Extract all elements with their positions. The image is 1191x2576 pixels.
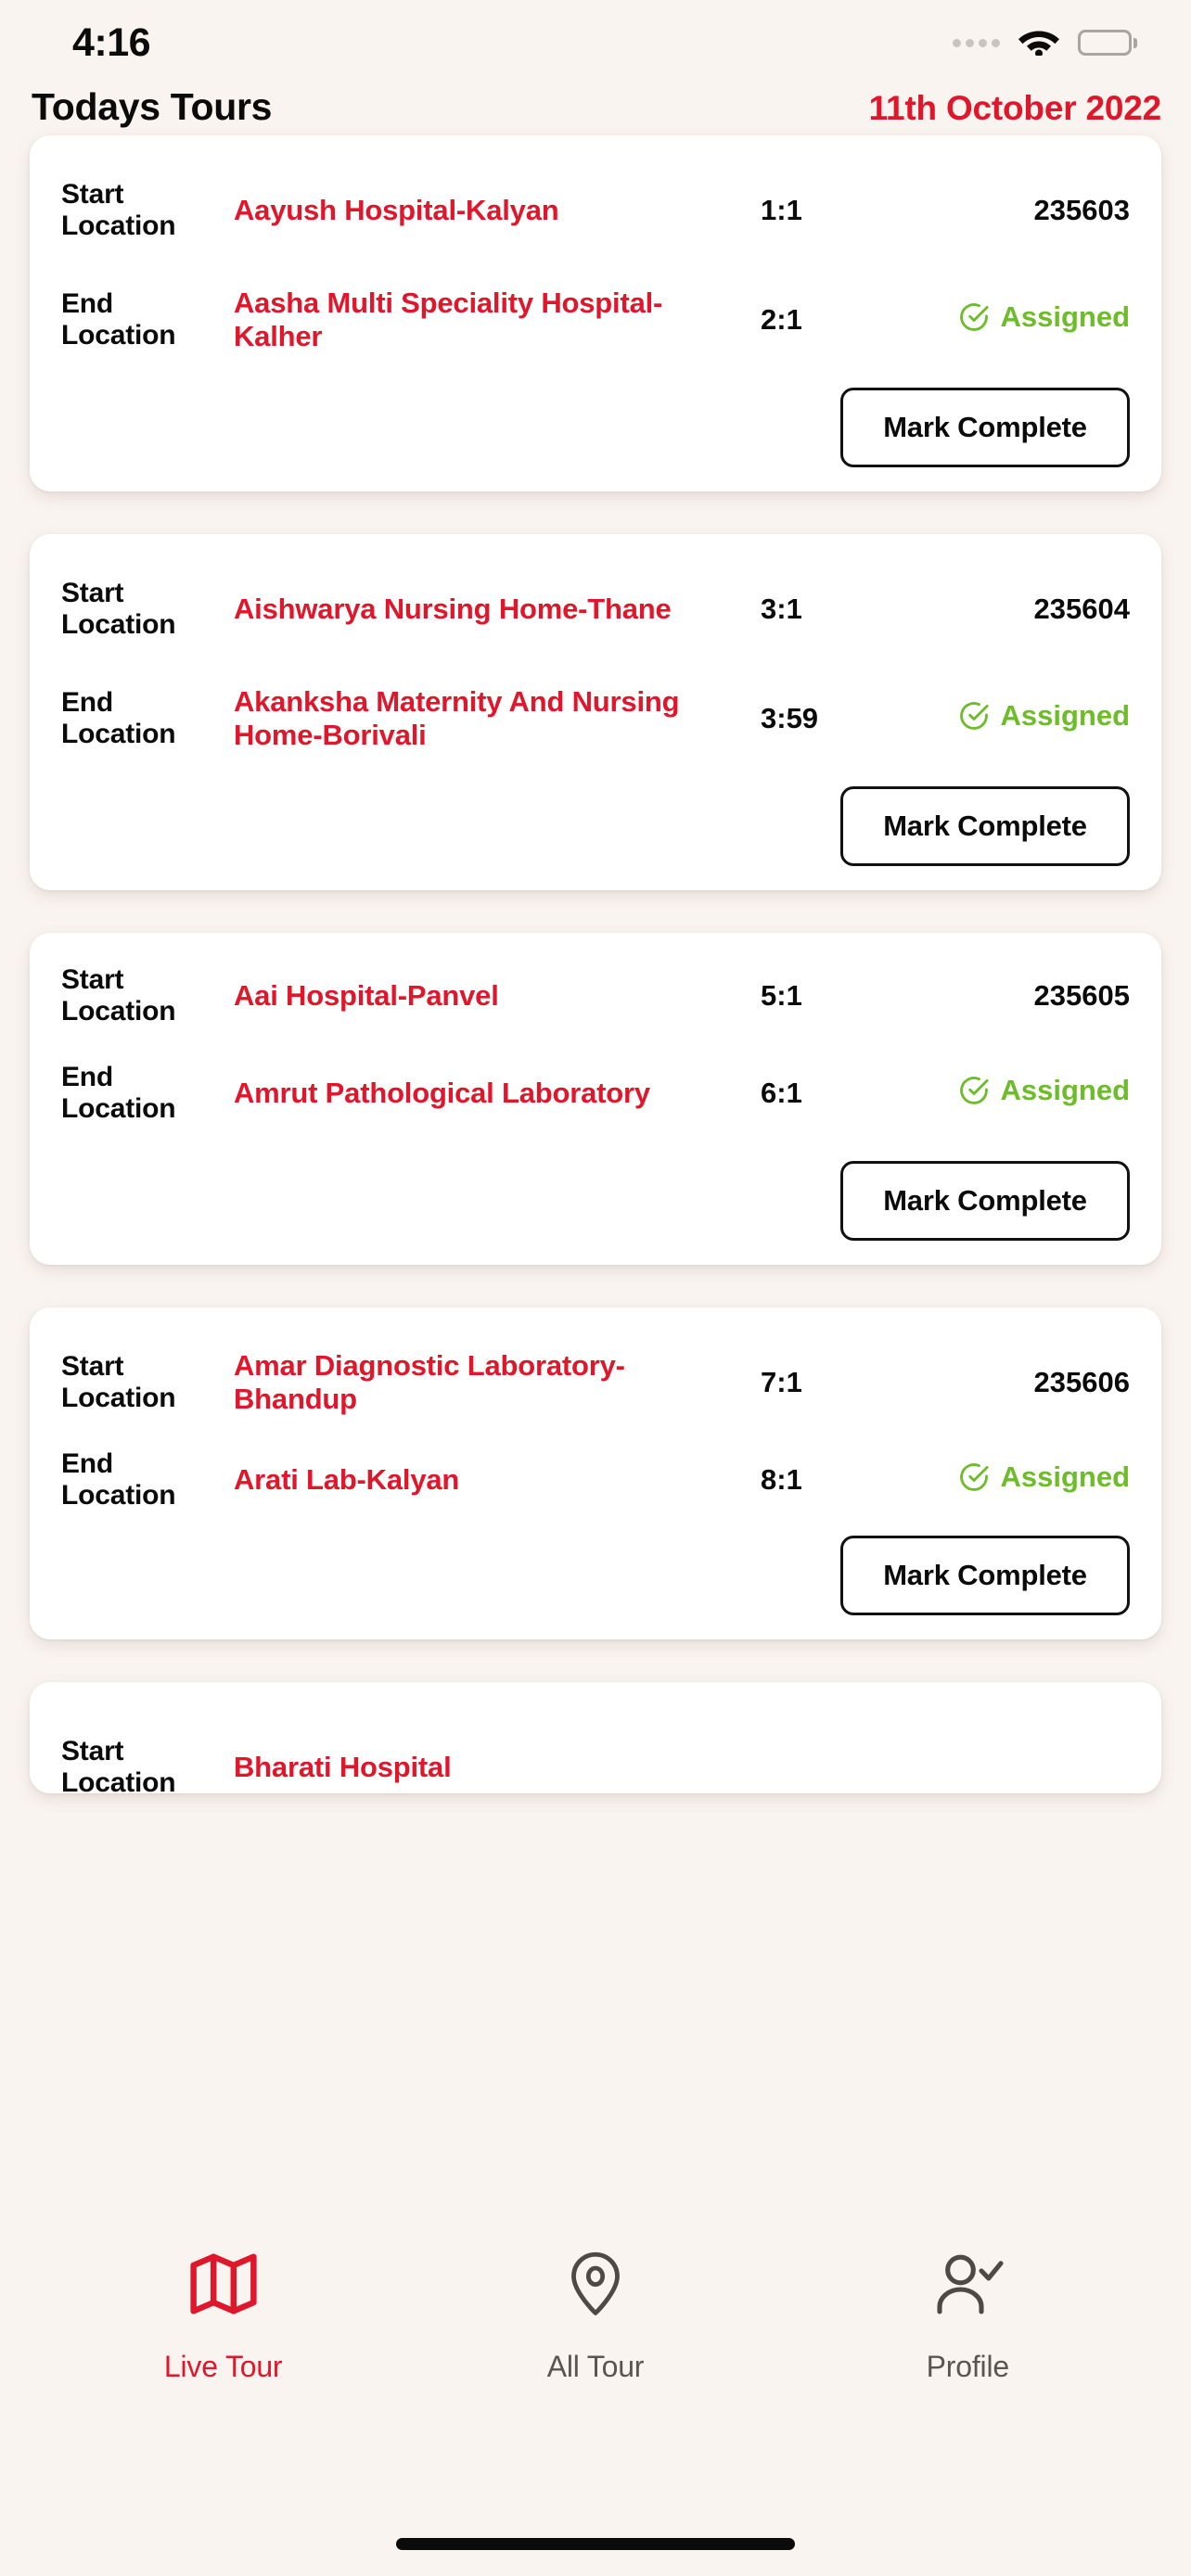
start-time-value: 1:1 (761, 194, 802, 226)
card-actions: Mark Complete (61, 1523, 1130, 1615)
check-circle-icon (960, 1076, 990, 1104)
end-location-value: Aasha Multi Speciality Hospital-Kalher (234, 287, 663, 352)
header-date: 11th October 2022 (868, 89, 1162, 127)
check-circle-icon (960, 1462, 990, 1491)
start-time-value: 5:1 (761, 979, 802, 1012)
tour-card-partial[interactable]: Start Location Bharati Hospital (30, 1682, 1161, 1793)
tour-id-value: 235605 (1033, 979, 1130, 1012)
start-location-value: Aayush Hospital-Kalyan (234, 194, 559, 227)
bottom-nav-items: Live Tour All Tour Profile (0, 2244, 1191, 2384)
start-location-row: Start Location Amar Diagnostic Laborator… (61, 1328, 1130, 1437)
start-location-row: Start Location Aai Hospital-Panvel 5:1 2… (61, 953, 1130, 1039)
card-actions: Mark Complete (61, 1148, 1130, 1241)
tour-card[interactable]: Start Location Amar Diagnostic Laborator… (30, 1307, 1161, 1639)
end-location-label: End Location (61, 288, 176, 351)
home-indicator (396, 2538, 795, 2550)
mark-complete-button[interactable]: Mark Complete (840, 1536, 1130, 1615)
start-location-row: Start Location Aishwarya Nursing Home-Th… (61, 555, 1130, 664)
status-badge-label: Assigned (1000, 1073, 1130, 1106)
end-location-row: End Location Amrut Pathological Laborato… (61, 1039, 1130, 1148)
start-location-value: Bharati Hospital (234, 1751, 452, 1784)
signal-dots-icon (953, 38, 1000, 47)
wifi-icon (1018, 25, 1059, 60)
status-badge: Assigned (900, 300, 1130, 340)
tour-card[interactable]: Start Location Aishwarya Nursing Home-Th… (30, 534, 1161, 890)
status-badge: Assigned (900, 1074, 1130, 1114)
card-actions: Mark Complete (61, 773, 1130, 866)
end-time-value: 3:59 (761, 702, 819, 734)
tour-card[interactable]: Start Location Aai Hospital-Panvel 5:1 2… (30, 933, 1161, 1265)
status-badge-label: Assigned (1000, 698, 1130, 732)
nav-item-all-tour[interactable]: All Tour (456, 2244, 735, 2384)
card-actions: Mark Complete (61, 375, 1130, 467)
nav-item-live-tour[interactable]: Live Tour (84, 2244, 363, 2384)
start-location-label: Start Location (61, 578, 176, 640)
check-circle-icon (960, 302, 990, 331)
start-location-value: Aishwarya Nursing Home-Thane (234, 593, 672, 626)
end-location-value: Amrut Pathological Laboratory (234, 1077, 650, 1110)
start-location-row: Start Location Aayush Hospital-Kalyan 1:… (61, 156, 1130, 265)
end-location-value: Arati Lab-Kalyan (234, 1463, 460, 1497)
status-badge: Assigned (900, 699, 1130, 739)
tour-list[interactable]: Start Location Aayush Hospital-Kalyan 1:… (0, 128, 1191, 2218)
mark-complete-button[interactable]: Mark Complete (840, 1161, 1130, 1241)
start-location-row: Start Location Bharati Hospital (61, 1725, 1130, 1793)
nav-label-all-tour: All Tour (546, 2350, 645, 2383)
start-location-label: Start Location (61, 1736, 176, 1793)
end-location-label: End Location (61, 1062, 176, 1124)
tour-id-value: 235606 (1033, 1366, 1130, 1398)
status-bar: 4:16 (0, 0, 1191, 85)
battery-icon (1078, 30, 1137, 56)
end-time-value: 2:1 (761, 303, 802, 336)
end-time-value: 8:1 (761, 1463, 802, 1496)
start-location-value: Amar Diagnostic Laboratory-Bhandup (234, 1349, 625, 1415)
start-location-label: Start Location (61, 964, 176, 1027)
nav-label-profile: Profile (926, 2350, 1010, 2383)
mark-complete-button[interactable]: Mark Complete (840, 388, 1130, 467)
check-circle-icon (960, 701, 990, 730)
bottom-navigation: Live Tour All Tour Profile (0, 2218, 1191, 2576)
end-time-value: 6:1 (761, 1077, 802, 1109)
end-location-label: End Location (61, 687, 176, 749)
tour-id-value: 235603 (1033, 194, 1130, 226)
person-check-icon (931, 2244, 1004, 2324)
start-time-value: 3:1 (761, 593, 802, 625)
nav-item-profile[interactable]: Profile (828, 2244, 1107, 2384)
status-badge-label: Assigned (1000, 1460, 1130, 1493)
tour-id-value: 235604 (1033, 593, 1130, 625)
start-location-label: Start Location (61, 179, 176, 241)
page-title: Todays Tours (32, 85, 273, 128)
start-location-value: Aai Hospital-Panvel (234, 979, 499, 1013)
end-location-row: End Location Aasha Multi Speciality Hosp… (61, 265, 1130, 375)
nav-label-live-tour: Live Tour (163, 2350, 283, 2383)
start-location-label: Start Location (61, 1351, 176, 1413)
tour-card[interactable]: Start Location Aayush Hospital-Kalyan 1:… (30, 135, 1161, 491)
end-location-row: End Location Akanksha Maternity And Nurs… (61, 664, 1130, 773)
status-bar-indicators (953, 25, 1137, 60)
status-badge: Assigned (900, 1460, 1130, 1500)
end-location-value: Akanksha Maternity And Nursing Home-Bori… (234, 685, 680, 751)
start-time-value: 7:1 (761, 1366, 802, 1398)
end-location-row: End Location Arati Lab-Kalyan 8:1 Assign… (61, 1437, 1130, 1523)
end-location-label: End Location (61, 1448, 176, 1511)
status-badge-label: Assigned (1000, 300, 1130, 333)
map-pin-icon (564, 2244, 627, 2324)
status-bar-time: 4:16 (72, 19, 151, 65)
map-icon (189, 2244, 258, 2324)
mark-complete-button[interactable]: Mark Complete (840, 786, 1130, 866)
